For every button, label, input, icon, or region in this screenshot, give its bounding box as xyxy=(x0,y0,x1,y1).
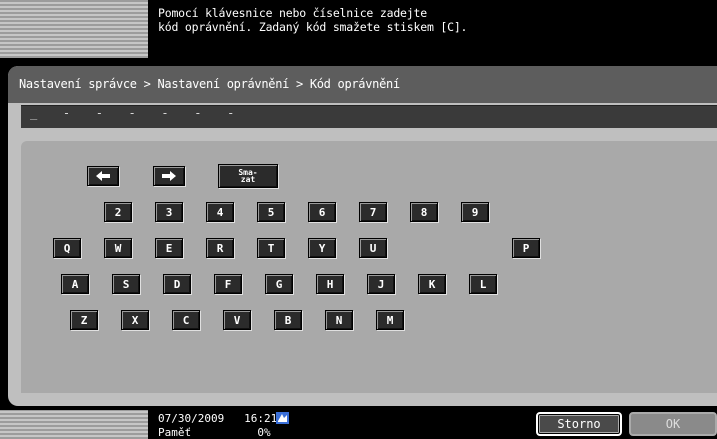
main-panel: Nastavení správce > Nastavení oprávnění … xyxy=(8,66,717,406)
key-r[interactable]: R xyxy=(206,238,234,258)
key-9[interactable]: 9 xyxy=(461,202,489,222)
key-m[interactable]: M xyxy=(376,310,404,330)
key-5[interactable]: 5 xyxy=(257,202,285,222)
breadcrumb: Nastavení správce > Nastavení oprávnění … xyxy=(19,77,400,91)
footer-stripe xyxy=(0,410,148,439)
instruction-message: Pomocí klávesnice nebo číselnice zadejte… xyxy=(158,6,467,34)
key-2[interactable]: 2 xyxy=(104,202,132,222)
key-p[interactable]: P xyxy=(512,238,540,258)
key-j[interactable]: J xyxy=(367,274,395,294)
key-h[interactable]: H xyxy=(316,274,344,294)
message-line-1: Pomocí klávesnice nebo číselnice zadejte xyxy=(158,6,427,20)
network-status-icon xyxy=(276,412,289,424)
storno-button[interactable]: Storno xyxy=(536,412,622,436)
clear-button[interactable]: Sma- zat xyxy=(218,164,278,188)
key-g[interactable]: G xyxy=(265,274,293,294)
code-field-value: _ - - - - - - xyxy=(30,106,244,120)
key-c[interactable]: C xyxy=(172,310,200,330)
key-k[interactable]: K xyxy=(418,274,446,294)
key-d[interactable]: D xyxy=(163,274,191,294)
key-7[interactable]: 7 xyxy=(359,202,387,222)
key-4[interactable]: 4 xyxy=(206,202,234,222)
cursor-left-button[interactable] xyxy=(87,166,119,186)
key-n[interactable]: N xyxy=(325,310,353,330)
status-bar: 07/30/2009 16:21 Paměť 0% Storno OK xyxy=(0,406,717,439)
key-w[interactable]: W xyxy=(104,238,132,258)
key-a[interactable]: A xyxy=(61,274,89,294)
key-z[interactable]: Z xyxy=(70,310,98,330)
key-t[interactable]: T xyxy=(257,238,285,258)
key-v[interactable]: V xyxy=(223,310,251,330)
key-3[interactable]: 3 xyxy=(155,202,183,222)
key-l[interactable]: L xyxy=(469,274,497,294)
date-time: 07/30/2009 16:21 xyxy=(158,412,278,425)
key-s[interactable]: S xyxy=(112,274,140,294)
ok-button[interactable]: OK xyxy=(629,412,717,436)
key-f[interactable]: F xyxy=(214,274,242,294)
message-line-2: kód oprávnění. Zadaný kód smažete stiske… xyxy=(158,20,468,34)
memory-status: Paměť 0% xyxy=(158,426,271,439)
key-b[interactable]: B xyxy=(274,310,302,330)
arrow-right-icon xyxy=(162,171,176,181)
key-u[interactable]: U xyxy=(359,238,387,258)
key-e[interactable]: E xyxy=(155,238,183,258)
key-x[interactable]: X xyxy=(121,310,149,330)
arrow-left-icon xyxy=(96,171,110,181)
code-field[interactable]: _ - - - - - - xyxy=(21,105,717,128)
key-6[interactable]: 6 xyxy=(308,202,336,222)
message-bar: Pomocí klávesnice nebo číselnice zadejte… xyxy=(0,0,717,58)
key-q[interactable]: Q xyxy=(53,238,81,258)
cursor-right-button[interactable] xyxy=(153,166,185,186)
key-8[interactable]: 8 xyxy=(410,202,438,222)
breadcrumb-bar: Nastavení správce > Nastavení oprávnění … xyxy=(8,66,717,103)
keypad-area: Sma- zat 2 3 4 5 6 7 8 9 Q W E R T Y U P… xyxy=(21,141,717,393)
header-stripe xyxy=(0,0,148,58)
key-y[interactable]: Y xyxy=(308,238,336,258)
